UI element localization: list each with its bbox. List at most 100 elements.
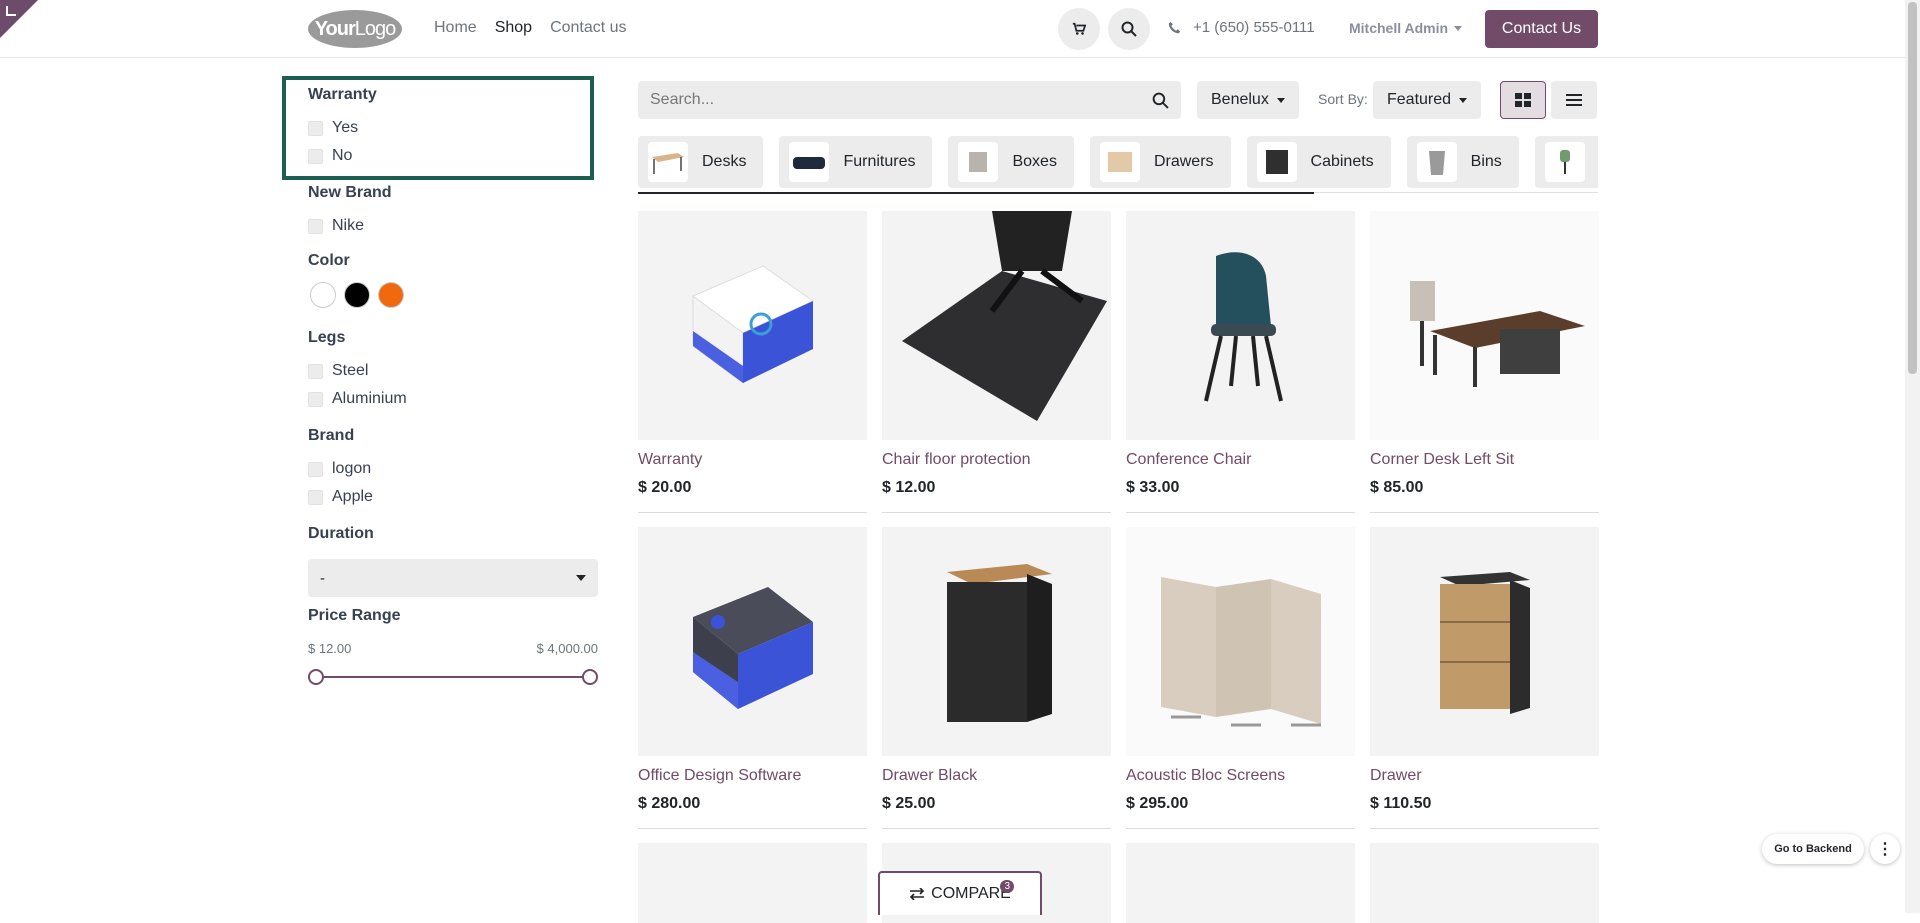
color-swatch-black[interactable] bbox=[344, 282, 370, 308]
product-image[interactable] bbox=[1126, 527, 1355, 756]
filter-option[interactable]: Steel bbox=[308, 357, 598, 385]
search-input[interactable]: Search... bbox=[638, 81, 1181, 119]
logo[interactable]: Your Logo bbox=[308, 10, 402, 48]
product-image[interactable] bbox=[1126, 211, 1355, 440]
filter-option[interactable]: Aluminium bbox=[308, 385, 598, 413]
product-card[interactable]: Corner Desk Left Sit $ 85.00 bbox=[1370, 211, 1599, 513]
product-name[interactable]: Corner Desk Left Sit bbox=[1370, 451, 1599, 469]
product-image[interactable] bbox=[1370, 527, 1599, 756]
product-name[interactable]: Office Design Software bbox=[638, 767, 867, 785]
nav-contact-us[interactable]: Contact us bbox=[550, 19, 626, 37]
filter-title-brand: Brand bbox=[308, 427, 355, 444]
color-swatch-orange[interactable] bbox=[378, 282, 404, 308]
list-view-button[interactable] bbox=[1551, 81, 1597, 119]
product-price: $ 85.00 bbox=[1370, 479, 1424, 496]
product-image[interactable] bbox=[1370, 211, 1599, 440]
checkbox[interactable] bbox=[308, 489, 323, 505]
compare-count-badge: 3 bbox=[1000, 880, 1014, 893]
filter-label: Steel bbox=[332, 362, 369, 379]
nav-home[interactable]: Home bbox=[434, 19, 477, 37]
cart-button[interactable] bbox=[1058, 8, 1100, 50]
product-name[interactable]: Warranty bbox=[638, 451, 867, 469]
color-swatch-white[interactable] bbox=[310, 282, 336, 308]
product-image[interactable] bbox=[1370, 843, 1599, 923]
checkbox[interactable] bbox=[308, 461, 323, 477]
product-card[interactable]: Chair floor protection $ 12.00 bbox=[882, 211, 1111, 513]
product-card[interactable]: Office Design Software $ 280.00 bbox=[638, 527, 867, 829]
product-name[interactable]: Drawer bbox=[1370, 767, 1599, 785]
grid-view-button[interactable] bbox=[1500, 81, 1546, 119]
category-desks[interactable]: Desks bbox=[638, 136, 764, 188]
product-card[interactable]: Conference Chair $ 33.00 bbox=[1126, 211, 1355, 513]
contact-us-button[interactable]: Contact Us bbox=[1485, 10, 1598, 48]
category-scroll-indicator[interactable] bbox=[638, 192, 1314, 194]
checkbox[interactable] bbox=[308, 391, 323, 407]
category-boxes[interactable]: Boxes bbox=[948, 136, 1074, 188]
product-card[interactable]: Warranty $ 20.00 bbox=[638, 211, 867, 513]
product-image[interactable] bbox=[1126, 843, 1355, 923]
category-drawers[interactable]: Drawers bbox=[1089, 136, 1231, 188]
product-name[interactable]: Chair floor protection bbox=[882, 451, 1111, 469]
compare-button[interactable]: COMPARE 3 bbox=[878, 871, 1042, 915]
product-card[interactable]: Drawer $ 110.50 bbox=[1370, 527, 1599, 829]
search-button[interactable] bbox=[1108, 8, 1150, 50]
product-image[interactable] bbox=[638, 527, 867, 756]
duration-select[interactable]: - bbox=[308, 559, 598, 597]
product-image[interactable] bbox=[638, 211, 867, 440]
software-box-icon bbox=[692, 586, 813, 709]
sort-dropdown[interactable]: Featured bbox=[1373, 81, 1482, 119]
drawer-icon bbox=[1439, 571, 1530, 714]
search-icon[interactable] bbox=[1152, 92, 1169, 109]
product-card[interactable] bbox=[1370, 843, 1599, 923]
go-to-backend-button[interactable]: Go to Backend bbox=[1762, 834, 1864, 864]
user-name: Mitchell Admin bbox=[1349, 20, 1449, 36]
price-slider[interactable] bbox=[308, 668, 598, 686]
compare-label: COMPARE bbox=[931, 885, 1011, 902]
checkbox[interactable] bbox=[308, 363, 323, 379]
price-slider-track bbox=[316, 676, 590, 678]
product-image[interactable] bbox=[882, 527, 1111, 756]
filter-option[interactable]: Nike bbox=[308, 212, 598, 240]
nav-shop[interactable]: Shop bbox=[495, 19, 532, 37]
chevron-down-icon bbox=[1459, 97, 1468, 103]
category-bins[interactable]: Bins bbox=[1406, 136, 1519, 188]
product-grid: Warranty $ 20.00 Chair floor protection … bbox=[638, 211, 1599, 923]
user-menu[interactable]: Mitchell Admin bbox=[1349, 20, 1463, 36]
product-image[interactable] bbox=[882, 211, 1111, 440]
warranty-box-icon bbox=[691, 264, 814, 384]
price-slider-min-handle[interactable] bbox=[308, 669, 324, 685]
sofa-icon bbox=[789, 142, 830, 182]
filter-label: logon bbox=[332, 460, 372, 477]
product-price: $ 280.00 bbox=[638, 795, 701, 812]
phone[interactable]: +1 (650) 555-0111 bbox=[1168, 19, 1315, 36]
filter-option[interactable]: Apple bbox=[308, 483, 598, 511]
filter-label: Nike bbox=[332, 217, 365, 234]
pricelist-dropdown[interactable]: Benelux bbox=[1197, 81, 1299, 119]
product-price: $ 12.00 bbox=[882, 479, 936, 496]
header: Your Logo Home Shop Contact us +1 (650) 5… bbox=[0, 0, 1920, 58]
category-lamps[interactable] bbox=[1534, 136, 1598, 188]
product-name[interactable]: Acoustic Bloc Screens bbox=[1126, 767, 1355, 785]
page-scrollbar-thumb[interactable] bbox=[1908, 2, 1917, 374]
checkbox[interactable] bbox=[308, 120, 323, 136]
category-furnitures[interactable]: Furnitures bbox=[779, 136, 933, 188]
product-card[interactable]: Acoustic Bloc Screens $ 295.00 bbox=[1126, 527, 1355, 829]
filter-option[interactable]: Yes bbox=[308, 114, 598, 142]
chair-icon bbox=[1203, 251, 1283, 401]
more-options-icon[interactable]: ⋮ bbox=[1870, 834, 1900, 864]
filter-option[interactable]: logon bbox=[308, 455, 598, 483]
price-slider-max-handle[interactable] bbox=[582, 669, 598, 685]
filter-label: Aluminium bbox=[332, 390, 407, 407]
product-name[interactable]: Conference Chair bbox=[1126, 451, 1355, 469]
checkbox[interactable] bbox=[308, 148, 323, 164]
product-name[interactable]: Drawer Black bbox=[882, 767, 1111, 785]
product-image[interactable] bbox=[638, 843, 867, 923]
product-card[interactable]: Drawer Black $ 25.00 bbox=[882, 527, 1111, 829]
category-cabinets[interactable]: Cabinets bbox=[1246, 136, 1391, 188]
chevron-down-icon bbox=[576, 575, 586, 581]
product-card[interactable] bbox=[1126, 843, 1355, 923]
product-card[interactable] bbox=[638, 843, 867, 923]
checkbox[interactable] bbox=[308, 218, 323, 234]
phone-icon bbox=[1168, 21, 1181, 34]
filter-option[interactable]: No bbox=[308, 142, 598, 170]
